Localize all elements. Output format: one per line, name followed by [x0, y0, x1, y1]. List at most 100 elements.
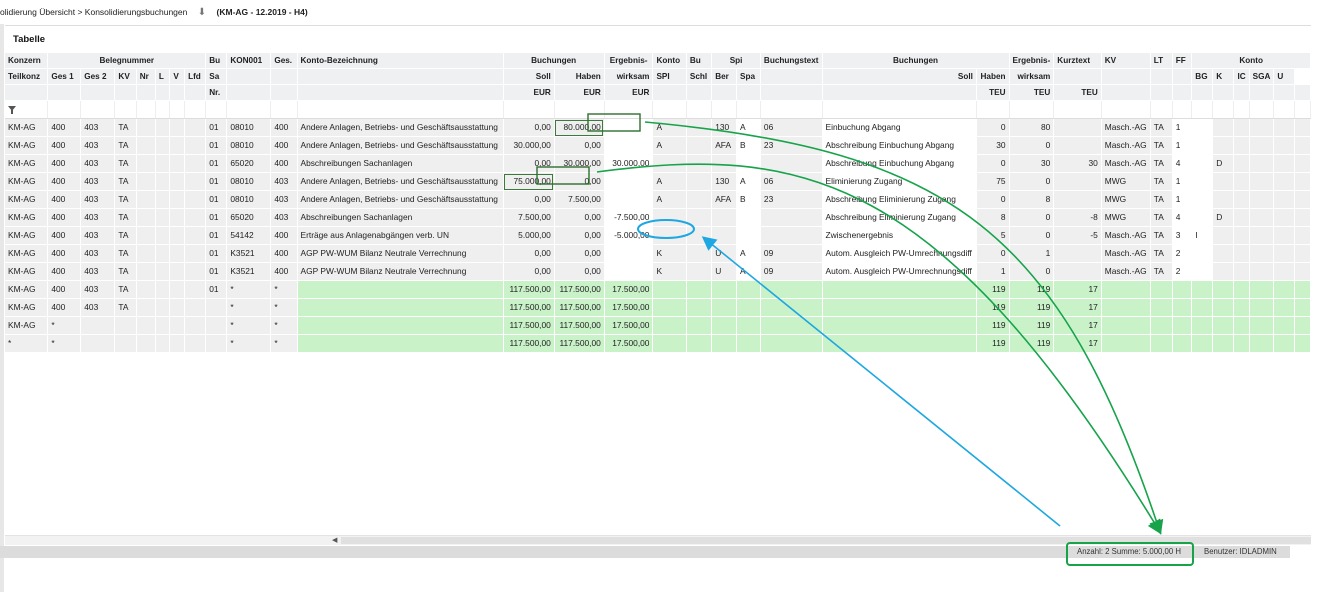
grid-cell[interactable]: 01 [205, 208, 228, 227]
sum-cell[interactable] [760, 316, 823, 335]
sum-cell[interactable] [1150, 298, 1173, 317]
grid-cell[interactable]: Masch.-AG [1101, 226, 1151, 245]
filter-cell[interactable] [1294, 100, 1312, 119]
sum-cell[interactable] [1191, 316, 1214, 335]
sum-cell[interactable] [1249, 298, 1275, 317]
grid-cell[interactable] [184, 136, 207, 155]
grid-cell[interactable]: -8 [1053, 208, 1102, 227]
grid-cell[interactable] [686, 172, 713, 191]
sum-cell[interactable]: 17.500,00 [604, 334, 654, 353]
grid-cell[interactable] [1249, 154, 1275, 173]
grid-cell[interactable] [169, 262, 186, 281]
sum-cell[interactable] [1273, 298, 1295, 317]
grid-cell[interactable]: -5.000,00 [604, 226, 654, 245]
grid-cell[interactable]: 1 [1172, 136, 1193, 155]
sum-cell[interactable] [184, 334, 207, 353]
grid-cell[interactable]: 403 [80, 190, 116, 209]
sum-cell[interactable] [297, 280, 504, 299]
sum-cell[interactable]: 117.500,00 [503, 280, 555, 299]
grid-cell[interactable]: TA [1150, 226, 1173, 245]
sum-cell[interactable] [736, 298, 761, 317]
grid-cell[interactable] [711, 208, 738, 227]
filter-cell[interactable] [136, 100, 156, 119]
grid-cell[interactable] [1053, 190, 1102, 209]
sum-cell[interactable] [822, 334, 977, 353]
grid-cell[interactable]: 400 [270, 154, 298, 173]
grid-cell[interactable]: A [652, 136, 687, 155]
sum-cell[interactable] [169, 298, 186, 317]
grid-cell[interactable]: AGP PW-WUM Bilanz Neutrale Verrechnung [297, 244, 504, 263]
grid-cell[interactable]: 3 [1172, 226, 1193, 245]
grid-cell[interactable] [604, 118, 654, 137]
grid-cell[interactable] [184, 226, 207, 245]
grid-cell[interactable]: 2 [1172, 244, 1193, 263]
sum-cell[interactable] [1233, 298, 1250, 317]
sum-cell[interactable] [736, 334, 761, 353]
grid-cell[interactable] [760, 154, 823, 173]
grid-cell[interactable]: Abschreibungen Sachanlagen [297, 208, 504, 227]
grid-cell[interactable]: TA [1150, 172, 1173, 191]
filter-cell[interactable] [1191, 100, 1214, 119]
sum-cell[interactable] [1101, 316, 1151, 335]
grid-cell[interactable] [604, 244, 654, 263]
grid-cell[interactable]: A [652, 118, 687, 137]
grid-cell[interactable]: 403 [270, 172, 298, 191]
grid-cell[interactable] [711, 226, 738, 245]
grid-cell[interactable] [1053, 244, 1102, 263]
sum-cell[interactable] [205, 298, 228, 317]
grid-cell[interactable]: 30.000,00 [604, 154, 654, 173]
grid-cell[interactable]: 403 [80, 136, 116, 155]
grid-cell[interactable] [652, 154, 687, 173]
filter-cell[interactable] [976, 100, 1010, 119]
sum-cell[interactable] [686, 334, 713, 353]
grid-cell[interactable] [1233, 208, 1250, 227]
grid-cell[interactable] [686, 226, 713, 245]
table-row[interactable]: KM-AG 400 403 TA 01 K3521 400 AGP PW-WUM Bilanz… [5, 244, 1312, 263]
grid-cell[interactable] [711, 154, 738, 173]
sum-cell[interactable] [1294, 280, 1312, 299]
sum-cell[interactable] [652, 316, 687, 335]
grid-cell[interactable]: 4 [1172, 208, 1193, 227]
grid-cell[interactable]: Abschreibungen Sachanlagen [297, 154, 504, 173]
grid-cell[interactable]: 30.000,00 [554, 154, 605, 173]
grid-cell[interactable] [1191, 154, 1214, 173]
sum-cell[interactable] [711, 280, 738, 299]
grid-cell[interactable]: 23 [760, 136, 823, 155]
grid-cell[interactable] [1249, 208, 1275, 227]
sum-cell[interactable]: * [5, 334, 49, 353]
grid-cell[interactable]: 403 [80, 262, 116, 281]
grid-cell[interactable] [184, 118, 207, 137]
grid-cell[interactable] [1191, 262, 1214, 281]
sum-cell[interactable] [711, 334, 738, 353]
grid-cell[interactable]: 01 [205, 244, 228, 263]
sum-cell[interactable]: 17.500,00 [604, 316, 654, 335]
grid-cell[interactable]: Masch.-AG [1101, 262, 1151, 281]
grid-cell[interactable]: 1 [1172, 118, 1193, 137]
grid-cell[interactable]: -7.500,00 [604, 208, 654, 227]
grid-cell[interactable]: 80 [1009, 118, 1055, 137]
grid-cell[interactable]: A [736, 118, 761, 137]
grid-cell[interactable] [169, 136, 186, 155]
grid-cell[interactable]: 403 [270, 190, 298, 209]
grid-cell[interactable]: 130 [711, 118, 738, 137]
grid-cell[interactable]: 08010 [226, 172, 272, 191]
grid-cell[interactable]: 8 [976, 208, 1010, 227]
grid-cell[interactable]: A [652, 172, 687, 191]
grid-cell[interactable] [184, 172, 207, 191]
sum-cell[interactable] [1150, 316, 1173, 335]
sum-cell[interactable] [1294, 334, 1312, 353]
sum-cell[interactable]: 403 [80, 298, 116, 317]
grid-cell[interactable]: 30 [976, 136, 1010, 155]
sum-cell[interactable] [686, 298, 713, 317]
grid-cell[interactable]: 23 [760, 190, 823, 209]
sum-cell[interactable] [760, 334, 823, 353]
grid-cell[interactable] [1294, 262, 1312, 281]
table-row[interactable]: KM-AG 400 403 TA 01 K3521 400 AGP PW-WUM Bilanz… [5, 262, 1312, 281]
sum-row[interactable]: KM-AG 400 403 TA 01 * * 117.500,00 117.500,00 17.… [5, 280, 1312, 299]
filter-cell[interactable] [1273, 100, 1295, 119]
grid-cell[interactable] [169, 154, 186, 173]
grid-cell[interactable]: KM-AG [5, 136, 49, 155]
grid-cell[interactable] [652, 208, 687, 227]
sum-cell[interactable]: 119 [976, 334, 1010, 353]
grid-cell[interactable]: I [1191, 226, 1214, 245]
